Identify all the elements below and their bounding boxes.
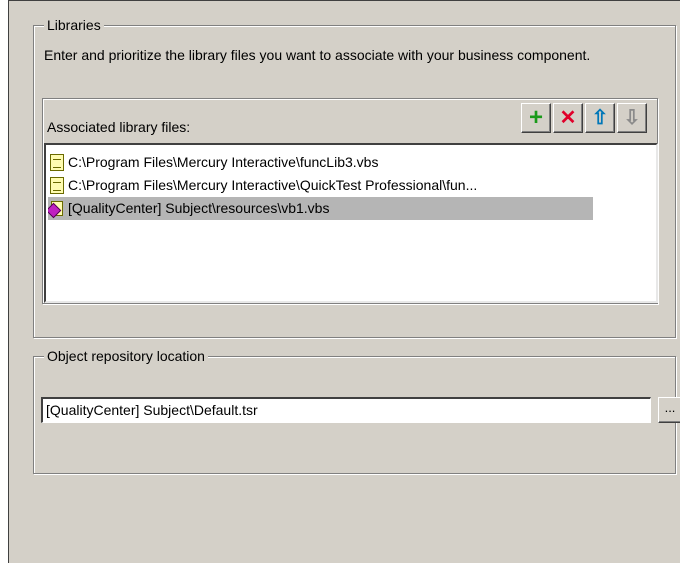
object-repository-groupbox: Object repository location [QualityCente… (33, 348, 680, 474)
associated-files-label: Associated library files: (47, 119, 191, 135)
add-library-button[interactable]: + (521, 103, 551, 133)
qualitycenter-icon (48, 200, 66, 218)
library-file-path: [QualityCenter] Subject\resources\vb1.vb… (68, 200, 330, 216)
arrow-down-icon: ⇩ (623, 107, 641, 129)
library-file-path: C:\Program Files\Mercury Interactive\Qui… (68, 177, 478, 193)
plus-icon: + (528, 104, 543, 131)
move-up-button[interactable]: ⇧ (585, 103, 615, 133)
library-toolbar: + ✕ ⇧ ⇩ (521, 103, 647, 133)
list-item[interactable]: C:\Program Files\Mercury Interactive\Qui… (48, 174, 593, 197)
move-down-button[interactable]: ⇩ (617, 103, 647, 133)
library-files-list[interactable]: C:\Program Files\Mercury Interactive\fun… (44, 143, 658, 303)
libraries-groupbox: Libraries Enter and prioritize the libra… (33, 17, 676, 338)
associated-files-frame: Associated library files: + ✕ ⇧ ⇩ C:\Pro… (42, 98, 658, 304)
delete-x-icon: ✕ (559, 107, 577, 129)
remove-library-button[interactable]: ✕ (553, 103, 583, 133)
settings-panel: Libraries Enter and prioritize the libra… (8, 0, 680, 563)
libraries-description: Enter and prioritize the library files y… (44, 47, 591, 63)
arrow-up-icon: ⇧ (591, 107, 609, 129)
browse-button[interactable]: ... (658, 397, 680, 423)
library-file-path: C:\Program Files\Mercury Interactive\fun… (68, 154, 379, 170)
list-item[interactable]: C:\Program Files\Mercury Interactive\fun… (48, 151, 593, 174)
list-item-selected[interactable]: [QualityCenter] Subject\resources\vb1.vb… (48, 197, 593, 220)
repository-location-field[interactable]: [QualityCenter] Subject\Default.tsr (41, 397, 651, 423)
file-icon (50, 177, 64, 194)
object-repository-legend: Object repository location (44, 348, 208, 365)
file-icon (50, 154, 64, 171)
libraries-legend: Libraries (44, 17, 104, 34)
